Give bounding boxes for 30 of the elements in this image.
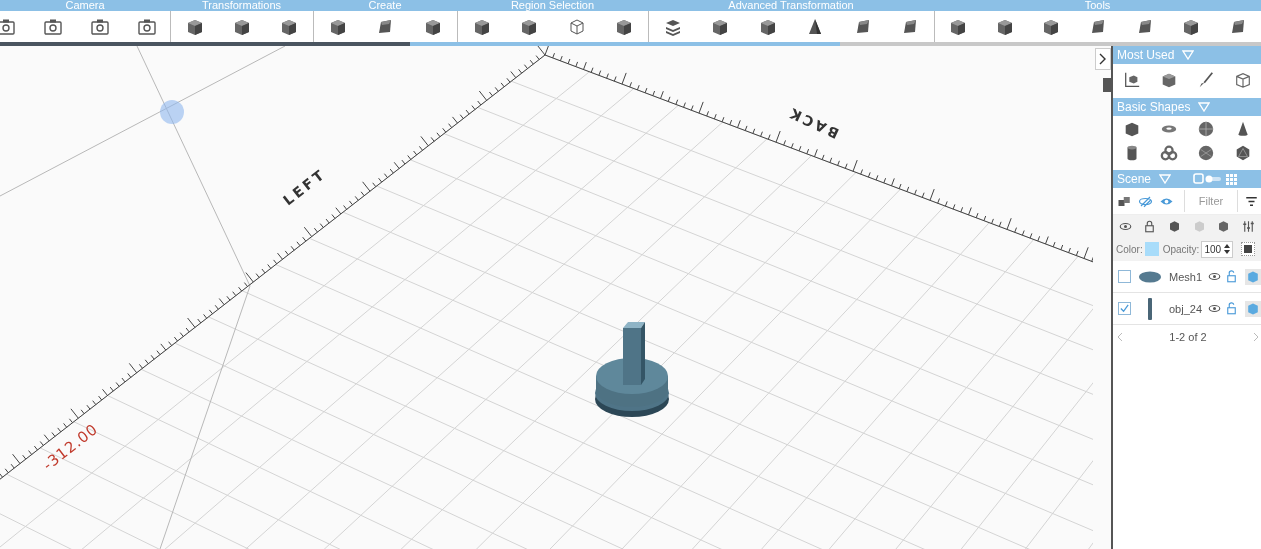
panel-toggle[interactable] [1103, 78, 1111, 92]
opacity-label: Opacity: [1162, 243, 1200, 255]
toolbar-group-title: Advanced Transformation [728, 0, 854, 11]
chevron-right-icon [1099, 53, 1107, 65]
disc-thumbnail [1138, 269, 1162, 284]
bar-thumbnail [1148, 297, 1152, 320]
filter-field[interactable]: Filter [1184, 190, 1238, 212]
opacity-spinner[interactable]: 100 [1201, 240, 1234, 258]
sphere-icon[interactable] [1196, 144, 1215, 162]
color-swatch[interactable] [1144, 242, 1159, 256]
checkbox[interactable] [1118, 270, 1131, 283]
material-button[interactable] [1241, 242, 1256, 256]
collapse-panel-button[interactable] [1095, 48, 1111, 70]
object-name[interactable]: Mesh1 [1169, 270, 1205, 283]
sphere-icon[interactable] [1196, 120, 1215, 138]
color-label: Color: [1116, 243, 1143, 255]
transform-icon[interactable] [1122, 71, 1141, 89]
toolbar-group-title: Camera [65, 0, 105, 11]
toolbar-group-title: Create [368, 0, 402, 11]
pagination-text: 1-2 of 2 [1169, 331, 1207, 343]
object-name[interactable]: obj_24 [1169, 302, 1205, 315]
sliders-icon[interactable] [1241, 218, 1257, 234]
cursor-highlight [160, 100, 184, 124]
toolbar-group-title: Region Selection [510, 0, 595, 11]
toolbar-group-title: Tools [1084, 0, 1111, 11]
toolbar-group-title: Transformations [201, 0, 282, 11]
wireframe-cube-icon[interactable] [1233, 71, 1252, 89]
view-mode-toggle[interactable] [1193, 173, 1238, 185]
knot-icon[interactable] [1159, 144, 1178, 162]
checkbox[interactable] [1118, 302, 1131, 315]
